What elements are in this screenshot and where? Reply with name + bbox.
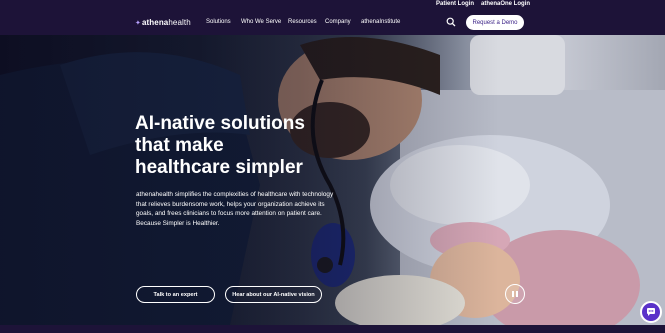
hero-body-text: athenahealth simplifies the complexities… bbox=[136, 191, 334, 227]
patient-login-link[interactable]: Patient Login bbox=[436, 1, 474, 7]
headline-line-3: healthcare simpler bbox=[135, 157, 303, 178]
nav-item-resources[interactable]: Resources bbox=[288, 19, 317, 25]
utility-bar: Patient Login athenaOne Login bbox=[0, 0, 665, 10]
logo-text-athena: athena bbox=[141, 18, 169, 27]
request-demo-button[interactable]: Request a Demo bbox=[466, 15, 524, 30]
nav-item-company[interactable]: Company bbox=[325, 19, 351, 25]
chat-icon[interactable] bbox=[640, 301, 662, 323]
ai-native-vision-button[interactable]: Hear about our AI-native vision bbox=[225, 286, 322, 303]
hero-overlay bbox=[0, 35, 665, 325]
headline-line-1: AI-native solutions bbox=[135, 113, 305, 134]
main-nav: ✦athenahealth Solutions Who We Serve Res… bbox=[0, 10, 665, 35]
pause-icon[interactable] bbox=[505, 284, 525, 304]
logo-text-health: health bbox=[168, 18, 191, 27]
talk-to-expert-button[interactable]: Talk to an expert bbox=[136, 286, 215, 303]
hero-headline: AI-native solutions that make healthcare… bbox=[135, 113, 365, 179]
bottom-strip bbox=[0, 325, 665, 333]
search-icon[interactable] bbox=[446, 17, 456, 27]
hero-section: AI-native solutions that make healthcare… bbox=[0, 35, 665, 325]
nav-item-who-we-serve[interactable]: Who We Serve bbox=[241, 19, 281, 25]
leaf-logo-icon: ✦ bbox=[135, 20, 141, 27]
logo[interactable]: ✦athenahealth bbox=[135, 18, 191, 27]
nav-item-solutions[interactable]: Solutions bbox=[206, 19, 231, 25]
headline-line-2: that make bbox=[135, 135, 224, 156]
athenaone-login-link[interactable]: athenaOne Login bbox=[481, 1, 530, 7]
nav-item-athenainstitute[interactable]: athenaInstitute bbox=[361, 19, 400, 25]
